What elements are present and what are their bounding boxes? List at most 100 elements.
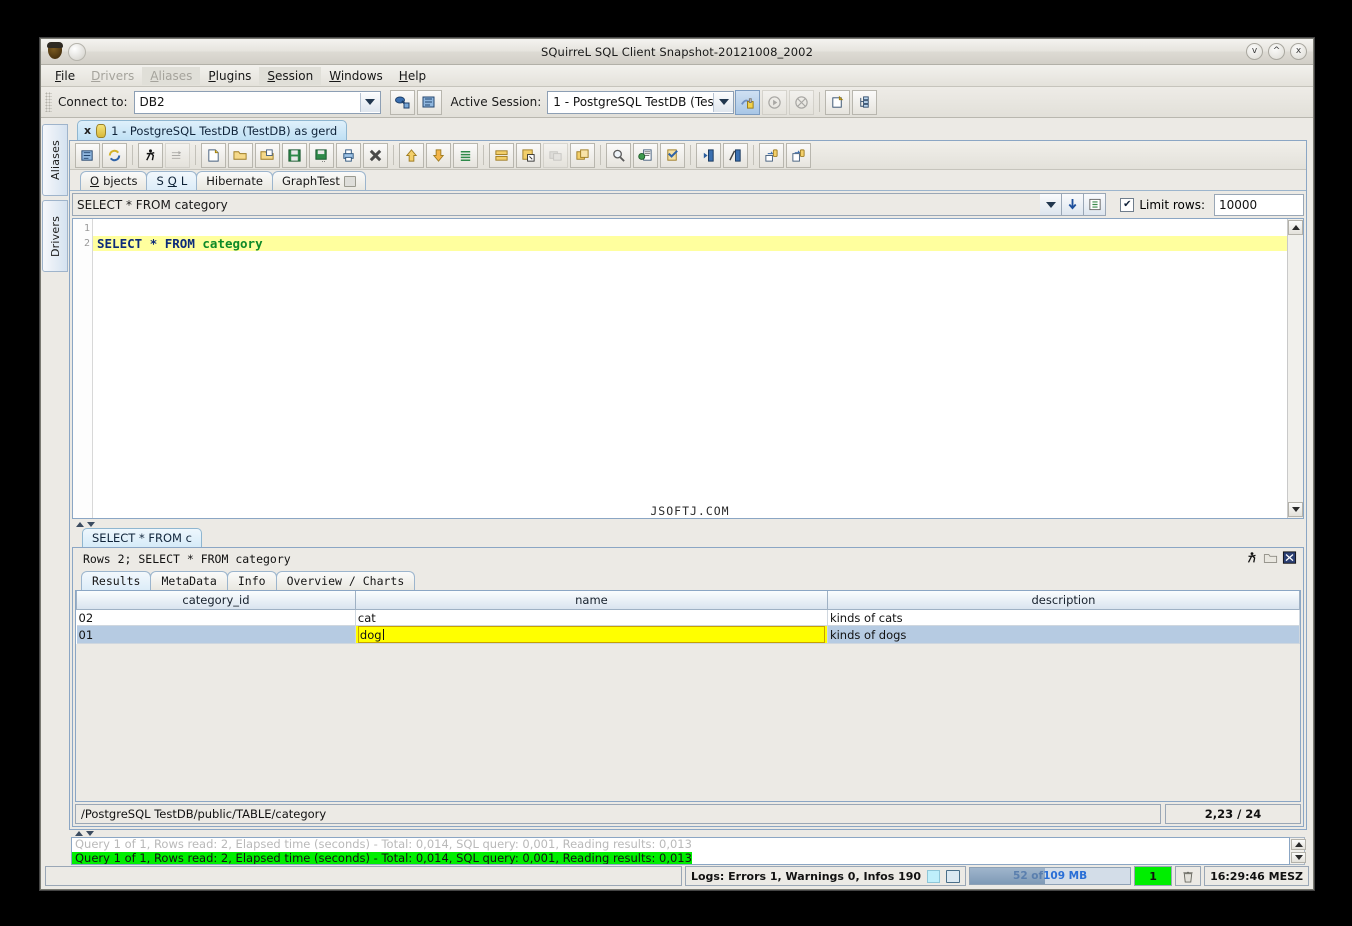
previous-sql-icon[interactable] xyxy=(399,143,424,168)
prev-result-icon[interactable] xyxy=(696,143,721,168)
single-pane-icon[interactable] xyxy=(489,143,514,168)
limit-rows-input[interactable]: 10000 xyxy=(1214,194,1304,216)
new-file-icon[interactable] xyxy=(201,143,226,168)
tab-hibernate[interactable]: Hibernate xyxy=(196,171,273,190)
new-session-icon[interactable] xyxy=(75,143,100,168)
save-as-icon[interactable]: .. xyxy=(309,143,334,168)
toolbar-grip[interactable] xyxy=(45,92,52,112)
cell-name-editing[interactable]: dog xyxy=(355,626,827,644)
close-results-icon[interactable] xyxy=(1282,551,1297,568)
tab-info[interactable]: Info xyxy=(227,571,277,590)
menu-drivers[interactable]: Drivers xyxy=(83,67,142,85)
split-pane-divider[interactable] xyxy=(70,521,1306,528)
stop-button[interactable] xyxy=(789,90,814,115)
next-sql-icon[interactable] xyxy=(426,143,451,168)
append-file-icon[interactable] xyxy=(255,143,280,168)
message-scroll-down-button[interactable] xyxy=(1291,852,1306,863)
connection-toolbar: Connect to: DB2 Active Session: 1 - Post… xyxy=(41,87,1313,118)
sql-history-value[interactable]: SELECT * FROM category xyxy=(72,193,1040,216)
tile-icon[interactable] xyxy=(543,143,568,168)
tab-results[interactable]: Results xyxy=(81,571,151,590)
menu-aliases[interactable]: Aliases xyxy=(142,67,200,85)
run-icon[interactable] xyxy=(1245,551,1259,568)
object-tree-button[interactable] xyxy=(852,90,877,115)
column-header-description[interactable]: description xyxy=(827,591,1299,610)
line-number: 2 xyxy=(73,236,90,251)
message-scrollbar[interactable] xyxy=(1290,837,1305,865)
menu-file[interactable]: File xyxy=(47,67,83,85)
results-panel: Rows 2; SELECT * FROM category xyxy=(72,547,1304,827)
dock-tab-drivers[interactable]: Drivers xyxy=(42,200,68,272)
tab-sql[interactable]: SQL xyxy=(146,171,197,190)
open-file-icon[interactable] xyxy=(228,143,253,168)
find-icon[interactable] xyxy=(606,143,631,168)
next-result-icon[interactable] xyxy=(723,143,748,168)
sql-code-area[interactable]: SELECT * FROM category JSOFTJ.COM xyxy=(93,219,1287,518)
scroll-up-button[interactable] xyxy=(1288,220,1303,235)
close-icon[interactable] xyxy=(363,143,388,168)
session-tab-close-icon[interactable]: x xyxy=(84,124,91,137)
new-session-window-button[interactable] xyxy=(825,90,850,115)
limit-rows-checkbox[interactable]: ✔ xyxy=(1120,198,1134,212)
active-session-label: Active Session: xyxy=(451,95,542,109)
tab-overview-charts[interactable]: Overview / Charts xyxy=(276,571,416,590)
split-pane-icon[interactable] xyxy=(516,143,541,168)
table-row[interactable]: 02 cat kinds of cats xyxy=(77,610,1300,626)
status-logs[interactable]: Logs: Errors 1, Warnings 0, Infos 190 xyxy=(685,866,966,886)
menu-plugins[interactable]: Plugins xyxy=(200,67,259,85)
column-header-category-id[interactable]: category_id xyxy=(77,591,356,610)
menu-session[interactable]: Session xyxy=(259,67,321,85)
refresh-icon[interactable] xyxy=(102,143,127,168)
cell-description[interactable]: kinds of cats xyxy=(827,610,1299,626)
session-chevron-down-icon[interactable] xyxy=(713,93,733,112)
disconnect-button[interactable] xyxy=(417,90,442,115)
sql-editor-scrollbar[interactable] xyxy=(1287,219,1303,518)
menu-windows[interactable]: Windows xyxy=(321,67,391,85)
message-list[interactable]: Query 1 of 1, Rows read: 2, Elapsed time… xyxy=(71,837,1290,865)
table-row[interactable]: 01 dog kinds of dogs xyxy=(77,626,1300,644)
sql-history-list-icon[interactable] xyxy=(1084,193,1106,216)
memory-meter[interactable]: 52 of 109 MB xyxy=(969,867,1131,885)
run-button[interactable] xyxy=(762,90,787,115)
execute-script-icon[interactable] xyxy=(633,143,658,168)
cell-description[interactable]: kinds of dogs xyxy=(827,626,1299,644)
column-header-name[interactable]: name xyxy=(355,591,827,610)
sql-history-apply-icon[interactable] xyxy=(1062,193,1084,216)
cell-editor[interactable]: dog xyxy=(358,626,825,643)
export-icon[interactable] xyxy=(786,143,811,168)
cascade-icon[interactable] xyxy=(570,143,595,168)
format-sql-icon[interactable] xyxy=(453,143,478,168)
session-panel: .. xyxy=(69,140,1307,830)
menu-help[interactable]: Help xyxy=(391,67,434,85)
cell-name[interactable]: cat xyxy=(355,610,827,626)
tab-metadata[interactable]: MetaData xyxy=(150,571,227,590)
alias-combo[interactable]: DB2 xyxy=(134,91,381,114)
gc-button[interactable] xyxy=(1175,866,1201,886)
result-tab[interactable]: SELECT * FROM c xyxy=(82,528,202,547)
commit-button[interactable] xyxy=(735,90,760,115)
detach-icon[interactable] xyxy=(1263,551,1278,568)
messages-split-divider[interactable] xyxy=(69,830,1307,837)
session-combo[interactable]: 1 - PostgreSQL TestDB (Tes... xyxy=(547,91,734,114)
sql-history-chevron-down-icon[interactable] xyxy=(1040,193,1062,216)
scroll-down-button[interactable] xyxy=(1288,502,1303,517)
session-tab[interactable]: x 1 - PostgreSQL TestDB (TestDB) as gerd xyxy=(77,120,347,140)
cell-category-id[interactable]: 01 xyxy=(77,626,356,644)
message-scroll-up-button[interactable] xyxy=(1291,839,1306,850)
console-icon[interactable] xyxy=(946,870,960,883)
dock-tab-aliases[interactable]: Aliases xyxy=(42,124,68,196)
results-grid[interactable]: category_id name description 02 xyxy=(75,590,1301,802)
validate-icon[interactable] xyxy=(660,143,685,168)
tab-graphtest[interactable]: GraphTest xyxy=(272,171,366,190)
import-icon[interactable] xyxy=(759,143,784,168)
tab-objects[interactable]: Objects xyxy=(80,171,147,190)
run-sql-icon[interactable] xyxy=(138,143,163,168)
cell-category-id[interactable]: 02 xyxy=(77,610,356,626)
abort-icon[interactable] xyxy=(165,143,190,168)
chevron-down-icon[interactable] xyxy=(360,93,380,112)
sql-editor[interactable]: 1 2 SELECT * FROM category JSOFTJ.COM xyxy=(72,218,1304,519)
dock-tab-drivers-label: Drivers xyxy=(49,216,62,257)
print-icon[interactable] xyxy=(336,143,361,168)
connect-button[interactable] xyxy=(390,90,415,115)
save-file-icon[interactable] xyxy=(282,143,307,168)
